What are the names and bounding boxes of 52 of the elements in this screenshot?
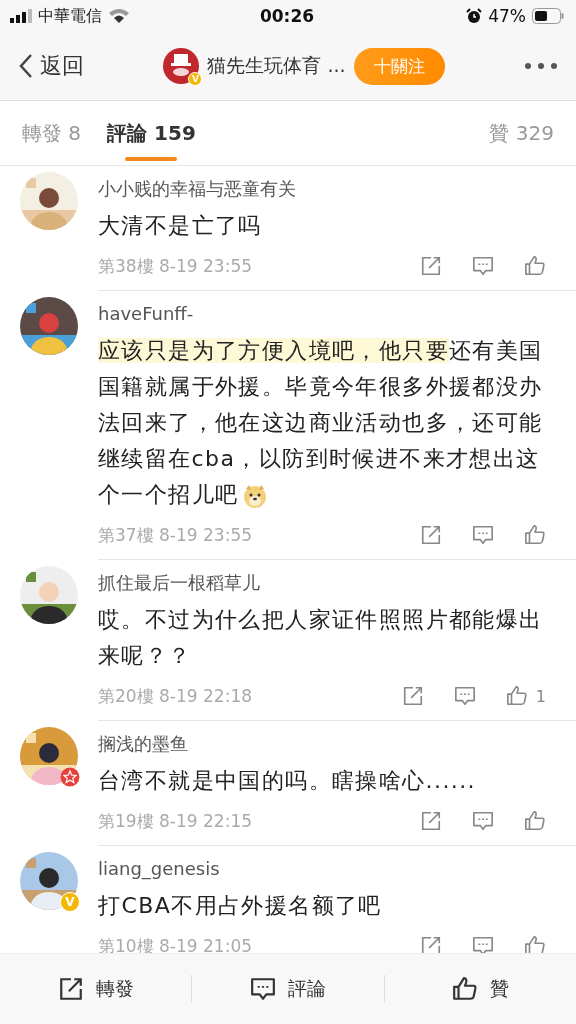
verified-badge: V <box>188 72 203 86</box>
comment-text: 打CBA不用占外援名额了吧 <box>98 892 383 920</box>
comment-icon[interactable] <box>472 255 494 277</box>
user-name[interactable]: 搁浅的墨鱼 <box>98 729 548 759</box>
like-icon[interactable] <box>524 524 546 546</box>
like-icon <box>451 976 478 1002</box>
comment-text: 哎。不过为什么把人家证件照照片都能爆出来呢？？ <box>98 606 544 670</box>
comment-text: 台湾不就是中国的吗。瞎操啥心...... <box>98 767 477 795</box>
like-button[interactable]: 贊 <box>384 954 576 1024</box>
floor-and-time: 第38樓 8-19 23:55 <box>98 254 252 278</box>
comment-text: 大清不是亡了吗 <box>98 212 263 240</box>
user-name[interactable]: 小小贱的幸福与恶童有关 <box>98 174 548 204</box>
wifi-icon <box>108 8 130 24</box>
floor-and-time: 第20樓 8-19 22:18 <box>98 684 252 708</box>
clock-time: 00:26 <box>259 6 315 26</box>
user-name[interactable]: liang_genesis <box>98 854 548 884</box>
repost-button[interactable]: 轉發 <box>0 954 192 1024</box>
comment-icon[interactable] <box>472 810 494 832</box>
star-badge-icon <box>60 767 80 787</box>
like-icon[interactable] <box>524 935 546 953</box>
comment-button[interactable]: 評論 <box>192 954 384 1024</box>
signal-icon <box>10 9 32 23</box>
comment-icon[interactable] <box>453 685 476 707</box>
floor-and-time: 第10樓 8-19 21:05 <box>98 934 252 953</box>
share-icon[interactable] <box>401 685 424 707</box>
account-name: 猫先生玩体育 ... <box>207 53 346 78</box>
share-icon[interactable] <box>420 524 442 546</box>
alarm-icon <box>466 8 483 24</box>
user-name[interactable]: 抓住最后一根稻草儿 <box>98 568 548 598</box>
floor-and-time: 第19樓 8-19 22:15 <box>98 809 252 833</box>
comment-icon[interactable] <box>472 935 494 953</box>
back-button[interactable]: 返回 <box>18 51 84 81</box>
share-icon <box>57 976 84 1002</box>
share-icon[interactable] <box>420 255 442 277</box>
floor-and-time: 第37樓 8-19 23:55 <box>98 523 252 547</box>
more-icon[interactable] <box>524 62 558 70</box>
share-icon[interactable] <box>420 810 442 832</box>
carrier-name: 中華電信 <box>38 5 102 27</box>
share-icon[interactable] <box>420 935 442 953</box>
like-icon[interactable] <box>505 685 528 707</box>
tab[interactable]: 評論 159 <box>107 101 196 165</box>
battery-percent: 47% <box>488 6 526 26</box>
verified-badge: V <box>60 892 80 912</box>
back-chevron-icon <box>18 53 34 79</box>
comment-icon <box>250 976 276 1002</box>
battery-icon <box>532 8 564 24</box>
comment-icon[interactable] <box>472 524 494 546</box>
like-icon[interactable] <box>524 810 546 832</box>
like-count: 1 <box>535 686 546 706</box>
like-icon[interactable] <box>524 255 546 277</box>
user-name[interactable]: haveFunff- <box>98 299 548 329</box>
comment-text: 应该只是为了方便入境吧，他只要还有美国国籍就属于外援。毕竟今年很多外援都没办法回来了，他在这边商业活动也多，还可能继续留在cba，以防到时候进不来才想出这个一个招儿吧 <box>98 337 544 511</box>
